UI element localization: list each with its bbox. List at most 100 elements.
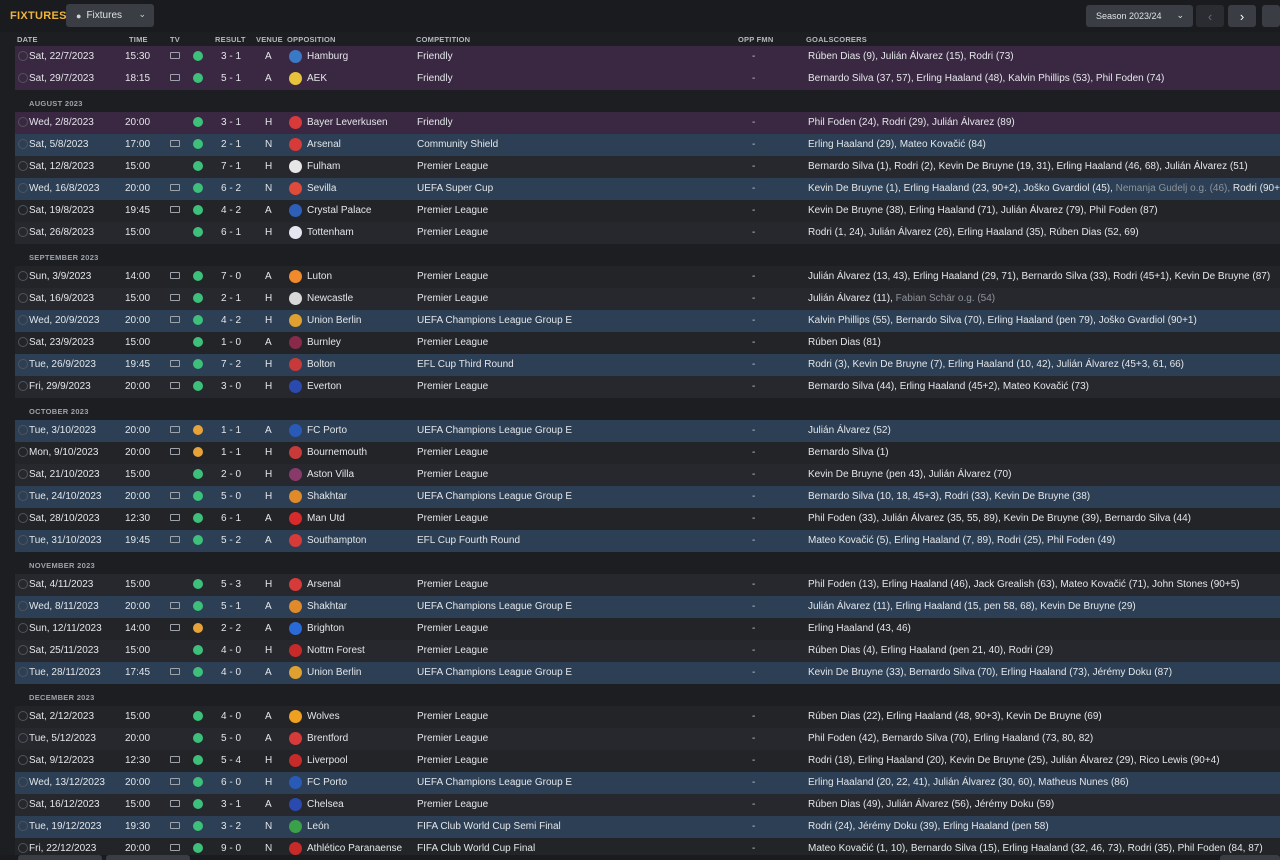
competition-name[interactable]: Premier League bbox=[417, 271, 488, 282]
opposition-name[interactable]: Liverpool bbox=[307, 755, 348, 766]
season-selector-button[interactable]: Season 2023/24 ⌄ bbox=[1086, 5, 1193, 27]
fixture-result[interactable]: 4 - 0 bbox=[221, 645, 241, 656]
competition-name[interactable]: Premier League bbox=[417, 293, 488, 304]
competition-name[interactable]: Premier League bbox=[417, 205, 488, 216]
bottom-tab[interactable] bbox=[106, 855, 190, 860]
fixture-result[interactable]: 5 - 4 bbox=[221, 755, 241, 766]
fixture-row[interactable]: Tue, 3/10/2023 20:00 1 - 1 A FC Porto UEFA Ch… bbox=[15, 420, 1280, 442]
competition-name[interactable]: Friendly bbox=[417, 51, 453, 62]
opposition-name[interactable]: FC Porto bbox=[307, 425, 347, 436]
previous-button[interactable]: ‹ bbox=[1196, 5, 1224, 27]
opposition-name[interactable]: Man Utd bbox=[307, 513, 345, 524]
competition-name[interactable]: UEFA Champions League Group E bbox=[417, 777, 572, 788]
bottom-tab[interactable] bbox=[1220, 855, 1280, 860]
opposition-name[interactable]: Athlético Paranaense bbox=[307, 843, 402, 854]
column-header-result[interactable]: RESULT bbox=[215, 35, 246, 46]
opposition-name[interactable]: Wolves bbox=[307, 711, 340, 722]
fixture-row[interactable]: Fri, 29/9/2023 20:00 3 - 0 H Everton Premier … bbox=[15, 376, 1280, 398]
column-header-opp-fmn[interactable]: OPP FMN bbox=[738, 35, 773, 46]
opposition-name[interactable]: Burnley bbox=[307, 337, 341, 348]
competition-name[interactable]: Premier League bbox=[417, 513, 488, 524]
fixture-result[interactable]: 5 - 2 bbox=[221, 535, 241, 546]
opposition-name[interactable]: Arsenal bbox=[307, 139, 341, 150]
fixture-row[interactable]: Sun, 3/9/2023 14:00 7 - 0 A Luton Premier Lea… bbox=[15, 266, 1280, 288]
fixture-row[interactable]: Sat, 5/8/2023 17:00 2 - 1 N Arsenal Community… bbox=[15, 134, 1280, 156]
fixture-row[interactable]: Sat, 16/12/2023 15:00 3 - 1 A Chelsea Premier… bbox=[15, 794, 1280, 816]
view-selector-button[interactable]: ● Fixtures ⌄ bbox=[66, 4, 154, 27]
fixture-result[interactable]: 6 - 0 bbox=[221, 777, 241, 788]
competition-name[interactable]: EFL Cup Fourth Round bbox=[417, 535, 520, 546]
fixture-result[interactable]: 2 - 1 bbox=[221, 139, 241, 150]
fixture-result[interactable]: 5 - 0 bbox=[221, 733, 241, 744]
opposition-name[interactable]: Nottm Forest bbox=[307, 645, 365, 656]
bottom-tab[interactable] bbox=[18, 855, 102, 860]
competition-name[interactable]: FIFA Club World Cup Final bbox=[417, 843, 535, 854]
opposition-name[interactable]: Union Berlin bbox=[307, 315, 361, 326]
fixture-row[interactable]: Tue, 24/10/2023 20:00 5 - 0 H Shakhtar UEFA C… bbox=[15, 486, 1280, 508]
opposition-name[interactable]: Sevilla bbox=[307, 183, 336, 194]
fixture-row[interactable]: Tue, 5/12/2023 20:00 5 - 0 A Brentford Premie… bbox=[15, 728, 1280, 750]
competition-name[interactable]: Premier League bbox=[417, 799, 488, 810]
fixture-row[interactable]: Tue, 31/10/2023 19:45 5 - 2 A Southampton EFL… bbox=[15, 530, 1280, 552]
opposition-name[interactable]: AEK bbox=[307, 73, 327, 84]
fixture-result[interactable]: 7 - 2 bbox=[221, 359, 241, 370]
fixture-row[interactable]: Sat, 25/11/2023 15:00 4 - 0 H Nottm Forest Pr… bbox=[15, 640, 1280, 662]
competition-name[interactable]: Premier League bbox=[417, 623, 488, 634]
fixture-result[interactable]: 5 - 1 bbox=[221, 73, 241, 84]
opposition-name[interactable]: Aston Villa bbox=[307, 469, 354, 480]
fixture-row[interactable]: Sat, 23/9/2023 15:00 1 - 0 A Burnley Premier … bbox=[15, 332, 1280, 354]
competition-name[interactable]: Premier League bbox=[417, 381, 488, 392]
opposition-name[interactable]: FC Porto bbox=[307, 777, 347, 788]
opposition-name[interactable]: Luton bbox=[307, 271, 332, 282]
fixture-result[interactable]: 4 - 2 bbox=[221, 315, 241, 326]
fixture-result[interactable]: 7 - 0 bbox=[221, 271, 241, 282]
opposition-name[interactable]: Brentford bbox=[307, 733, 348, 744]
competition-name[interactable]: Premier League bbox=[417, 469, 488, 480]
fixture-result[interactable]: 4 - 2 bbox=[221, 205, 241, 216]
fixture-result[interactable]: 1 - 0 bbox=[221, 337, 241, 348]
fixture-row[interactable]: Sun, 12/11/2023 14:00 2 - 2 A Brighton Premie… bbox=[15, 618, 1280, 640]
fixture-row[interactable]: Tue, 26/9/2023 19:45 7 - 2 H Bolton EFL Cup T… bbox=[15, 354, 1280, 376]
fixture-row[interactable]: Tue, 28/11/2023 17:45 4 - 0 A Union Berlin UE… bbox=[15, 662, 1280, 684]
opposition-name[interactable]: Tottenham bbox=[307, 227, 354, 238]
fixture-row[interactable]: Sat, 9/12/2023 12:30 5 - 4 H Liverpool Premie… bbox=[15, 750, 1280, 772]
competition-name[interactable]: Premier League bbox=[417, 227, 488, 238]
competition-name[interactable]: FIFA Club World Cup Semi Final bbox=[417, 821, 561, 832]
opposition-name[interactable]: Fulham bbox=[307, 161, 340, 172]
fixture-result[interactable]: 6 - 2 bbox=[221, 183, 241, 194]
competition-name[interactable]: Premier League bbox=[417, 161, 488, 172]
competition-name[interactable]: UEFA Champions League Group E bbox=[417, 667, 572, 678]
column-header-time[interactable]: TIME bbox=[129, 35, 148, 46]
fixture-result[interactable]: 5 - 3 bbox=[221, 579, 241, 590]
competition-name[interactable]: Community Shield bbox=[417, 139, 498, 150]
competition-name[interactable]: Premier League bbox=[417, 447, 488, 458]
fixture-result[interactable]: 5 - 0 bbox=[221, 491, 241, 502]
fixture-result[interactable]: 9 - 0 bbox=[221, 843, 241, 854]
competition-name[interactable]: UEFA Champions League Group E bbox=[417, 491, 572, 502]
competition-name[interactable]: Premier League bbox=[417, 733, 488, 744]
fixture-row[interactable]: Sat, 12/8/2023 15:00 7 - 1 H Fulham Premier L… bbox=[15, 156, 1280, 178]
fixture-row[interactable]: Wed, 8/11/2023 20:00 5 - 1 A Shakhtar UEFA Ch… bbox=[15, 596, 1280, 618]
competition-name[interactable]: Friendly bbox=[417, 73, 453, 84]
opposition-name[interactable]: Southampton bbox=[307, 535, 367, 546]
competition-name[interactable]: Premier League bbox=[417, 645, 488, 656]
opposition-name[interactable]: Bolton bbox=[307, 359, 335, 370]
fixture-result[interactable]: 6 - 1 bbox=[221, 513, 241, 524]
column-header-goalscorers[interactable]: GOALSCORERS bbox=[806, 35, 867, 46]
fixture-result[interactable]: 3 - 1 bbox=[221, 799, 241, 810]
fixture-row[interactable]: Sat, 2/12/2023 15:00 4 - 0 A Wolves Premier L… bbox=[15, 706, 1280, 728]
opposition-name[interactable]: Arsenal bbox=[307, 579, 341, 590]
column-header-tv[interactable]: TV bbox=[170, 35, 180, 46]
fixture-result[interactable]: 2 - 1 bbox=[221, 293, 241, 304]
opposition-name[interactable]: Everton bbox=[307, 381, 341, 392]
fixture-row[interactable]: Wed, 2/8/2023 20:00 3 - 1 H Bayer Leverkusen… bbox=[15, 112, 1280, 134]
fixture-result[interactable]: 1 - 1 bbox=[221, 447, 241, 458]
opposition-name[interactable]: Union Berlin bbox=[307, 667, 361, 678]
opposition-name[interactable]: Crystal Palace bbox=[307, 205, 371, 216]
fixture-row[interactable]: Sat, 29/7/2023 18:15 5 - 1 A AEK Friendly - Ber… bbox=[15, 68, 1280, 90]
opposition-name[interactable]: Bournemouth bbox=[307, 447, 367, 458]
opposition-name[interactable]: Brighton bbox=[307, 623, 344, 634]
fixture-result[interactable]: 3 - 1 bbox=[221, 51, 241, 62]
opposition-name[interactable]: Newcastle bbox=[307, 293, 353, 304]
fixture-result[interactable]: 3 - 1 bbox=[221, 117, 241, 128]
